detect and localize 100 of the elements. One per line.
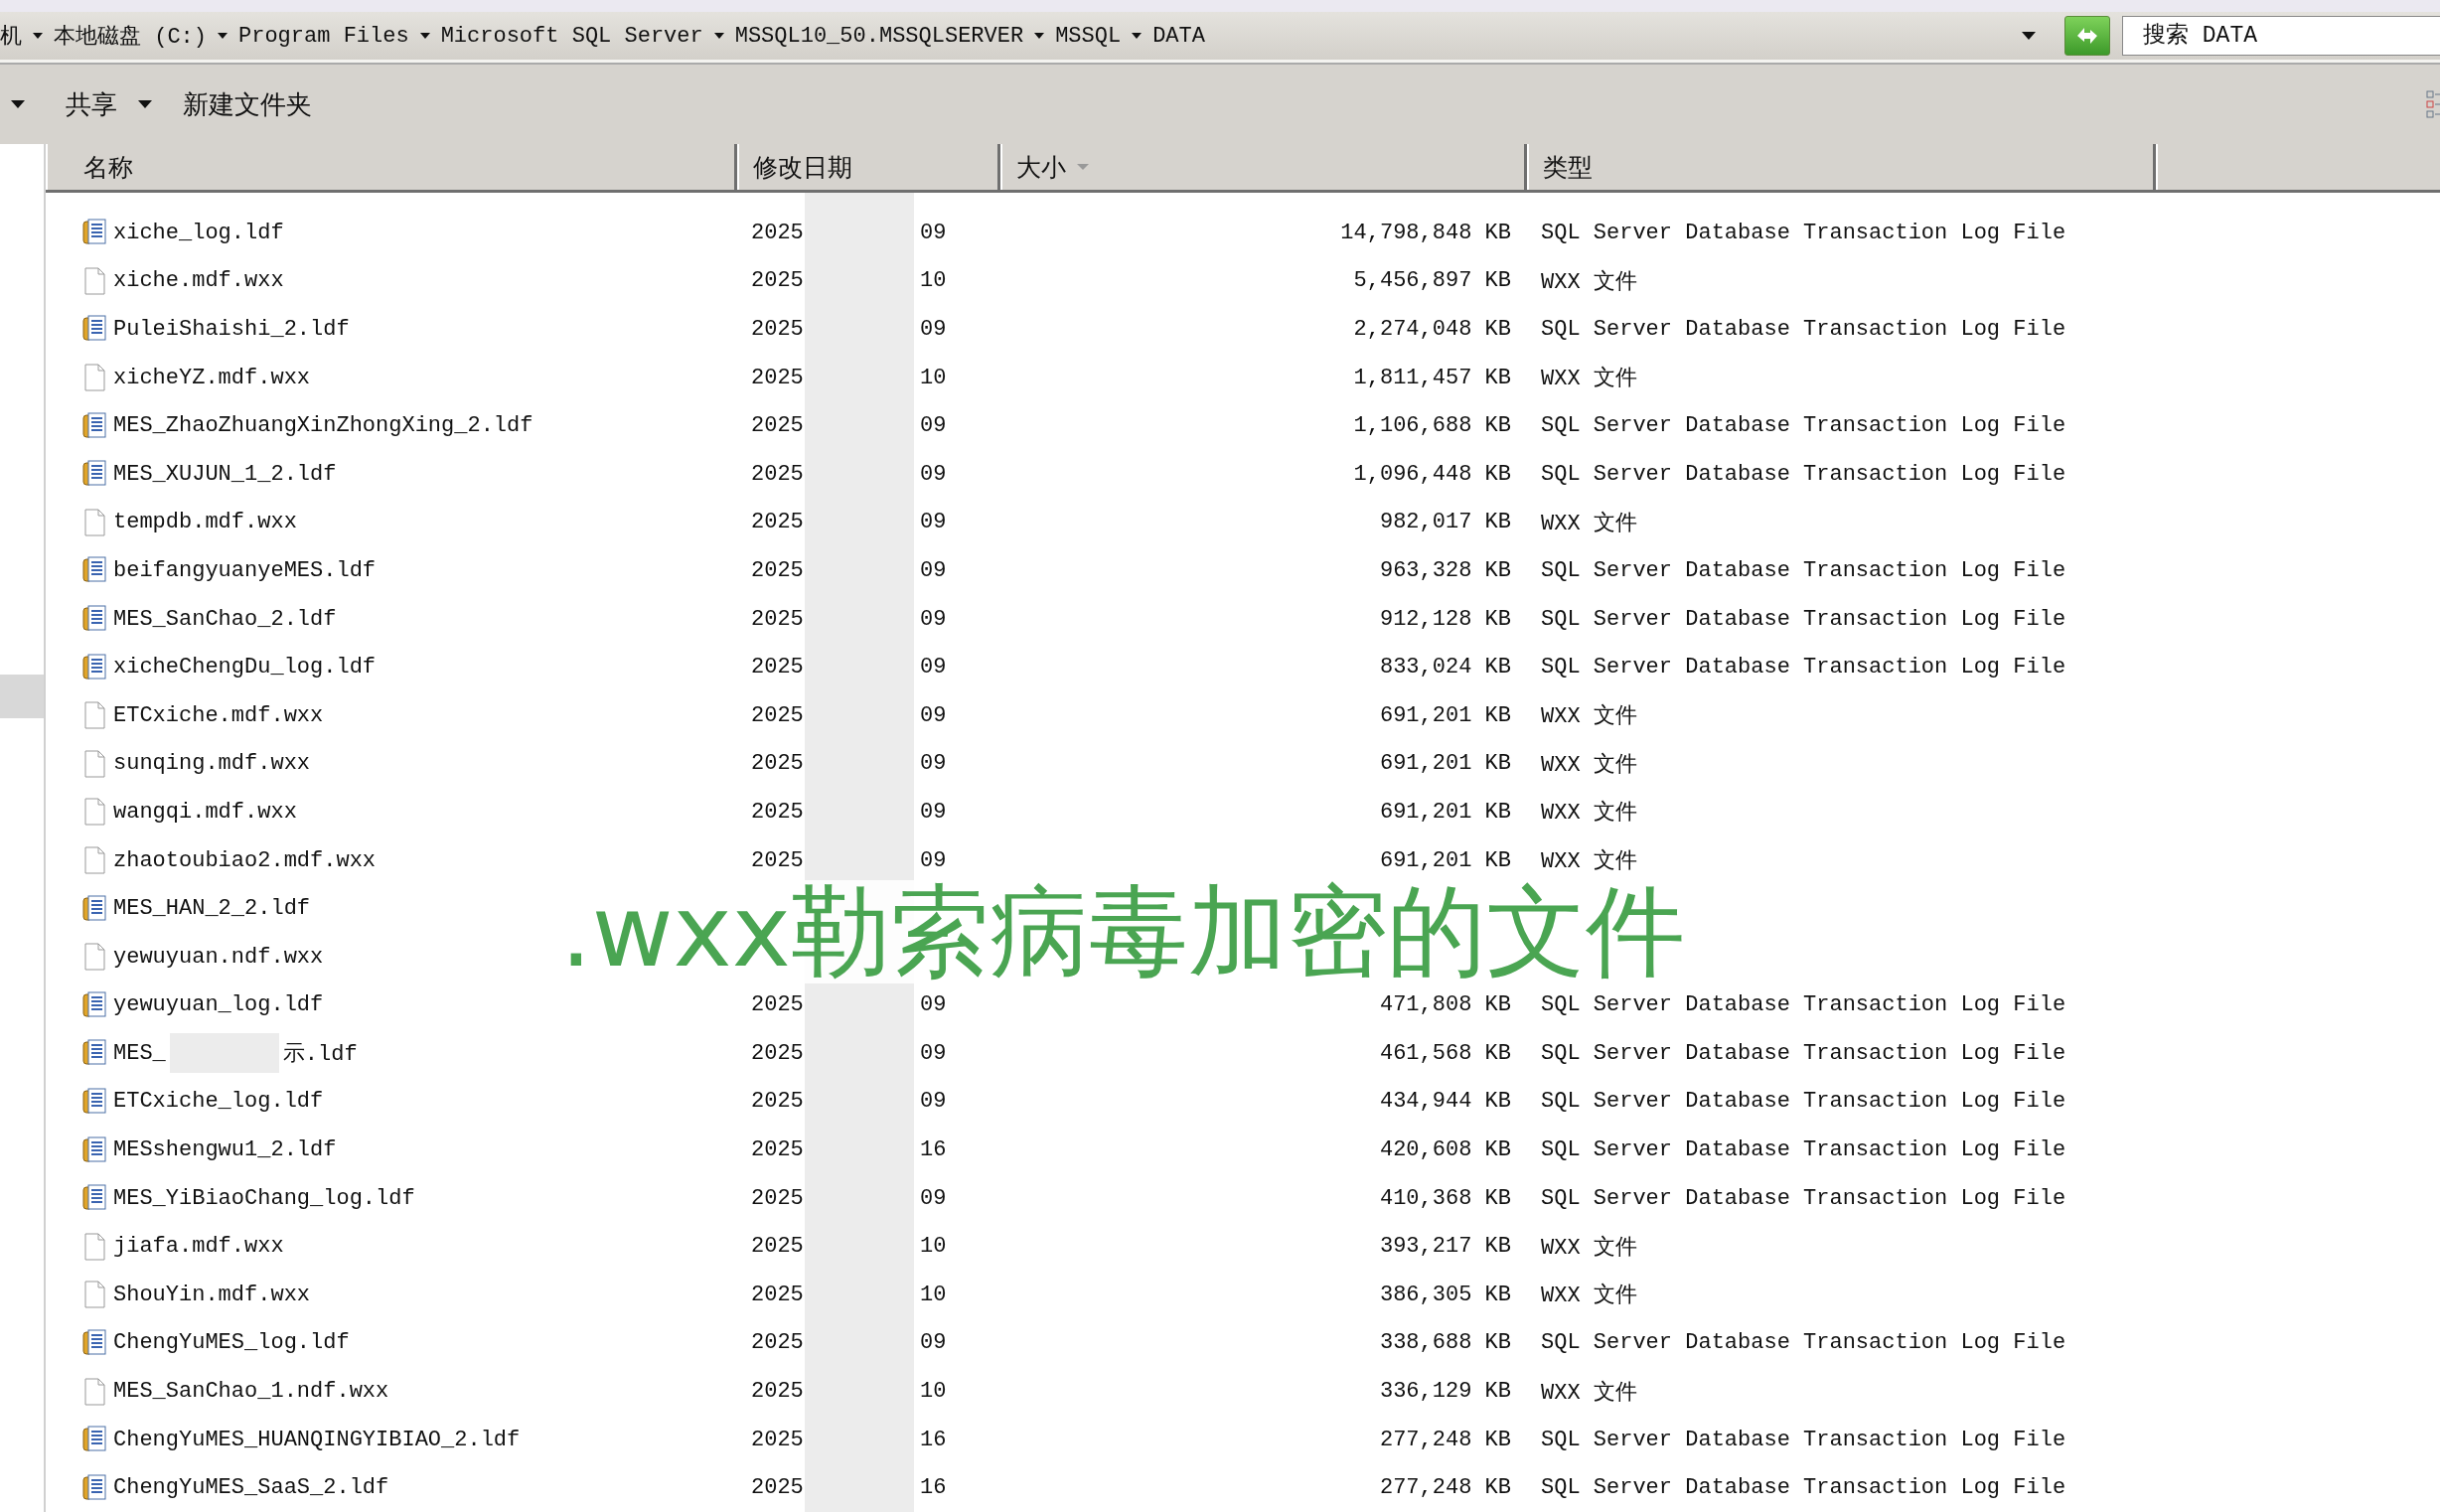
date-cell: 09: [920, 461, 947, 487]
blank-file-icon: [81, 364, 107, 392]
date-cell: 2025: [751, 1379, 804, 1405]
date-cell: 2025: [751, 510, 804, 535]
size-cell: 471,808 KB: [1379, 992, 1511, 1018]
size-cell: 691,201 KB: [1379, 847, 1511, 873]
date-cell: 10: [920, 365, 947, 390]
column-header[interactable]: 名称: [46, 144, 737, 190]
type-cell: WXX 文件: [1541, 1380, 1637, 1406]
file-name[interactable]: MES_XUJUN_1_2.ldf: [113, 461, 337, 487]
size-cell: 912,128 KB: [1379, 606, 1511, 632]
file-name[interactable]: ChengYuMES_log.ldf: [113, 1330, 350, 1356]
log-file-icon: [81, 219, 107, 247]
size-cell: 5,456,897 KB: [1353, 268, 1511, 294]
blank-file-icon: [81, 508, 107, 536]
size-cell: 461,568 KB: [1379, 1040, 1511, 1066]
file-name[interactable]: yewuyuan_log.ldf: [113, 992, 324, 1018]
type-cell: SQL Server Database Transaction Log File: [1541, 557, 2066, 583]
file-name[interactable]: 示.ldf: [282, 1038, 358, 1069]
breadcrumb-item[interactable]: 本地磁盘 (C:): [54, 21, 207, 51]
file-name[interactable]: MES_ZhaoZhuangXinZhongXing_2.ldf: [113, 413, 534, 439]
date-cell: 2025: [751, 1234, 804, 1260]
chevron-down-icon[interactable]: [1033, 32, 1046, 40]
chevron-down-icon[interactable]: [712, 32, 725, 40]
date-cell: 2025: [751, 702, 804, 728]
chevron-down-icon[interactable]: [418, 32, 431, 40]
file-name[interactable]: ETCxiche_log.ldf: [113, 1089, 324, 1115]
date-cell: 2025: [751, 1089, 804, 1115]
date-cell: 09: [920, 557, 947, 583]
file-name[interactable]: jiafa.mdf.wxx: [113, 1234, 284, 1260]
caret-icon[interactable]: [137, 99, 153, 109]
caret-icon[interactable]: [10, 99, 26, 109]
file-name[interactable]: xicheChengDu_log.ldf: [113, 655, 377, 680]
type-cell: WXX 文件: [1541, 269, 1637, 295]
date-cell: 09: [920, 606, 947, 632]
file-name[interactable]: MES_SanChao_2.ldf: [113, 606, 337, 632]
new-folder-button[interactable]: 新建文件夹: [173, 80, 322, 128]
date-cell: 2025: [751, 1040, 804, 1066]
file-name[interactable]: sunqing.mdf.wxx: [113, 751, 311, 777]
log-file-icon: [81, 411, 107, 440]
file-name[interactable]: ChengYuMES_HUANQINGYIBIAO_2.ldf: [113, 1427, 521, 1452]
date-cell: 2025: [751, 1282, 804, 1307]
date-cell: 2025: [751, 655, 804, 680]
date-cell: 10: [920, 268, 947, 294]
file-name[interactable]: beifangyuanyeMES.ldf: [113, 557, 377, 583]
address-bar[interactable]: 机 本地磁盘 (C:) Program Files Microsoft SQL Server MSSQL10_50.MSSQLSERVER MSSQL DATA: [0, 15, 2064, 57]
file-name[interactable]: xicheYZ.mdf.wxx: [113, 365, 311, 390]
column-header[interactable]: 大小: [1000, 144, 1527, 190]
breadcrumb-item[interactable]: Microsoft SQL Server: [440, 23, 703, 49]
file-name[interactable]: zhaotoubiao2.mdf.wxx: [113, 847, 377, 873]
file-name[interactable]: ETCxiche.mdf.wxx: [113, 702, 324, 728]
chevron-down-icon[interactable]: [32, 32, 44, 40]
breadcrumb-item[interactable]: DATA: [1152, 23, 1205, 49]
log-file-icon: [81, 1039, 107, 1068]
type-cell: SQL Server Database Transaction Log File: [1541, 1330, 2066, 1356]
file-name[interactable]: MESshengwu1_2.ldf: [113, 1137, 337, 1163]
file-name[interactable]: MES_YiBiaoChang_log.ldf: [113, 1185, 415, 1211]
date-cell: 16: [920, 1475, 947, 1501]
date-cell: 09: [920, 510, 947, 535]
column-header[interactable]: 修改日期: [737, 144, 1000, 190]
date-cell: 2025: [751, 317, 804, 342]
file-name[interactable]: yewuyuan.ndf.wxx: [113, 944, 324, 970]
breadcrumb-item[interactable]: MSSQL10_50.MSSQLSERVER: [734, 23, 1024, 49]
date-cell: 2025: [751, 365, 804, 390]
log-file-icon: [81, 1328, 107, 1357]
file-name[interactable]: MES_HAN_2_2.ldf: [113, 896, 311, 922]
date-cell: 2025: [751, 1330, 804, 1356]
date-cell: 10: [920, 1282, 947, 1307]
breadcrumb-item[interactable]: 机: [0, 21, 22, 51]
size-cell: 420,608 KB: [1379, 1137, 1511, 1163]
chevron-down-icon[interactable]: [217, 32, 229, 40]
chevron-down-icon[interactable]: [1131, 32, 1144, 40]
share-button[interactable]: 共享: [56, 80, 127, 128]
date-cell: 16: [920, 1137, 947, 1163]
size-cell: 963,328 KB: [1379, 557, 1511, 583]
log-file-icon: [81, 556, 107, 585]
column-header[interactable]: 类型: [1527, 144, 2156, 190]
log-file-icon: [81, 894, 107, 923]
size-cell: 1,811,457 KB: [1353, 365, 1511, 390]
file-name[interactable]: ChengYuMES_SaaS_2.ldf: [113, 1475, 389, 1501]
size-cell: 336,129 KB: [1379, 1379, 1511, 1405]
breadcrumb-item[interactable]: Program Files: [238, 23, 409, 49]
file-name[interactable]: xiche_log.ldf: [113, 220, 284, 245]
file-name[interactable]: wangqi.mdf.wxx: [113, 799, 297, 825]
file-name[interactable]: MES_: [113, 1040, 166, 1066]
file-name[interactable]: xiche.mdf.wxx: [113, 268, 284, 294]
size-cell: 691,201 KB: [1379, 751, 1511, 777]
file-name[interactable]: ShouYin.mdf.wxx: [113, 1282, 311, 1307]
breadcrumb-item[interactable]: MSSQL: [1055, 23, 1122, 49]
refresh-button[interactable]: [2064, 16, 2110, 56]
file-name[interactable]: PuleiShaishi_2.ldf: [113, 317, 350, 342]
type-cell: WXX 文件: [1541, 801, 1637, 827]
dropdown-icon[interactable]: [2021, 31, 2037, 41]
file-name[interactable]: tempdb.mdf.wxx: [113, 510, 297, 535]
type-cell: SQL Server Database Transaction Log File: [1541, 461, 2066, 487]
search-field[interactable]: 搜索 DATA: [2122, 16, 2440, 56]
log-file-icon: [81, 653, 107, 681]
date-cell: 09: [920, 992, 947, 1018]
file-name[interactable]: MES_SanChao_1.ndf.wxx: [113, 1379, 389, 1405]
type-cell: WXX 文件: [1541, 752, 1637, 778]
